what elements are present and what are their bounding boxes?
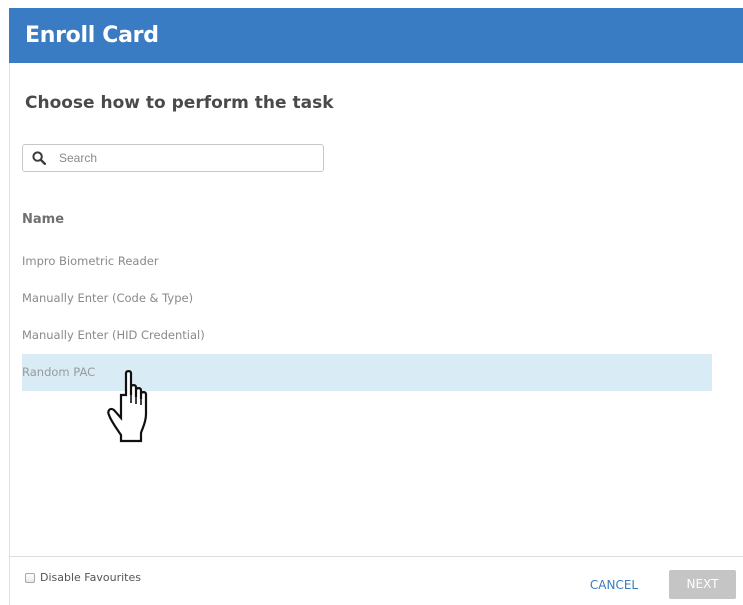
list-item-manually-enter-code-type[interactable]: Manually Enter (Code & Type) xyxy=(22,280,712,317)
search-box[interactable] xyxy=(22,144,324,172)
name-column-header[interactable]: Name xyxy=(22,212,64,227)
list-item-label: Manually Enter (HID Credential) xyxy=(22,328,205,342)
list-item-impro-biometric-reader[interactable]: Impro Biometric Reader xyxy=(22,243,712,280)
disable-favourites-checkbox[interactable] xyxy=(25,572,35,583)
cancel-button[interactable]: CANCEL xyxy=(578,571,650,599)
enroll-card-dialog: Enroll Card Choose how to perform the ta… xyxy=(0,0,743,605)
disable-favourites-label: Disable Favourites xyxy=(40,571,141,584)
dialog-title: Enroll Card xyxy=(25,23,159,48)
list-item-manually-enter-hid-credential[interactable]: Manually Enter (HID Credential) xyxy=(22,317,712,354)
footer-divider xyxy=(9,556,743,557)
search-input[interactable] xyxy=(59,148,314,168)
list-item-label: Random PAC xyxy=(22,365,96,379)
hand-pointer-icon xyxy=(107,370,148,443)
disable-favourites-toggle[interactable]: Disable Favourites xyxy=(25,571,141,584)
title-bar: Enroll Card xyxy=(9,8,743,63)
list-item-label: Manually Enter (Code & Type) xyxy=(22,291,194,305)
list-item-label: Impro Biometric Reader xyxy=(22,254,159,268)
task-heading: Choose how to perform the task xyxy=(25,93,334,113)
next-button[interactable]: NEXT xyxy=(669,570,736,599)
search-icon xyxy=(32,151,46,165)
